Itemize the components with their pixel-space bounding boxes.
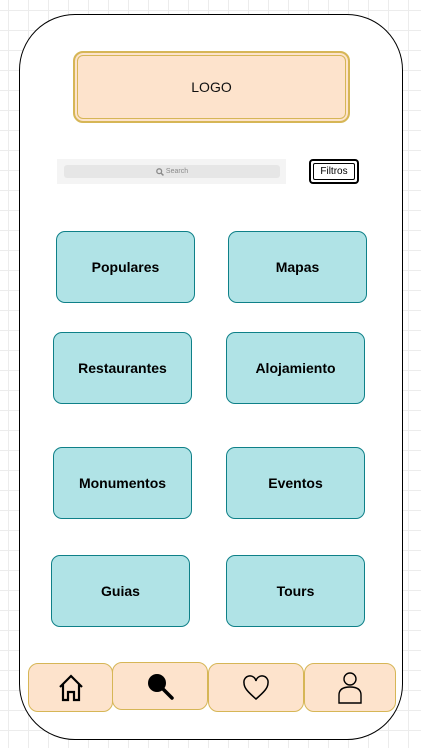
search-icon (148, 674, 174, 700)
category-guias-button[interactable]: Guias (51, 555, 190, 627)
logo: LOGO (73, 51, 350, 123)
user-icon (338, 671, 362, 704)
category-label: Eventos (268, 475, 323, 491)
category-tours-button[interactable]: Tours (226, 555, 365, 627)
category-alojamiento-button[interactable]: Alojamiento (226, 332, 365, 404)
category-label: Monumentos (78, 475, 167, 491)
category-label: Tours (276, 583, 315, 599)
category-populares-button[interactable]: Populares (56, 231, 195, 303)
home-icon (58, 673, 83, 701)
logo-text: LOGO (191, 79, 232, 95)
nav-search-button[interactable] (112, 662, 208, 710)
category-monumentos-button[interactable]: Monumentos (53, 447, 192, 519)
filters-label: Filtros (313, 163, 355, 180)
category-label: Guias (101, 583, 140, 599)
nav-favorites-button[interactable] (208, 663, 304, 712)
category-mapas-button[interactable]: Mapas (228, 231, 367, 303)
category-label: Populares (91, 259, 160, 275)
category-label: Alojamiento (255, 360, 336, 376)
search-icon (156, 167, 164, 176)
search-container: Search (57, 159, 286, 184)
search-placeholder: Search (165, 168, 189, 175)
heart-icon (243, 674, 269, 700)
category-restaurantes-button[interactable]: Restaurantes (53, 332, 192, 404)
filters-button[interactable]: Filtros (309, 159, 359, 184)
nav-home-button[interactable] (28, 663, 113, 712)
search-input[interactable]: Search (64, 165, 280, 178)
category-label: Mapas (275, 259, 320, 275)
category-label: Restaurantes (78, 360, 167, 376)
nav-profile-button[interactable] (304, 663, 396, 712)
category-eventos-button[interactable]: Eventos (226, 447, 365, 519)
